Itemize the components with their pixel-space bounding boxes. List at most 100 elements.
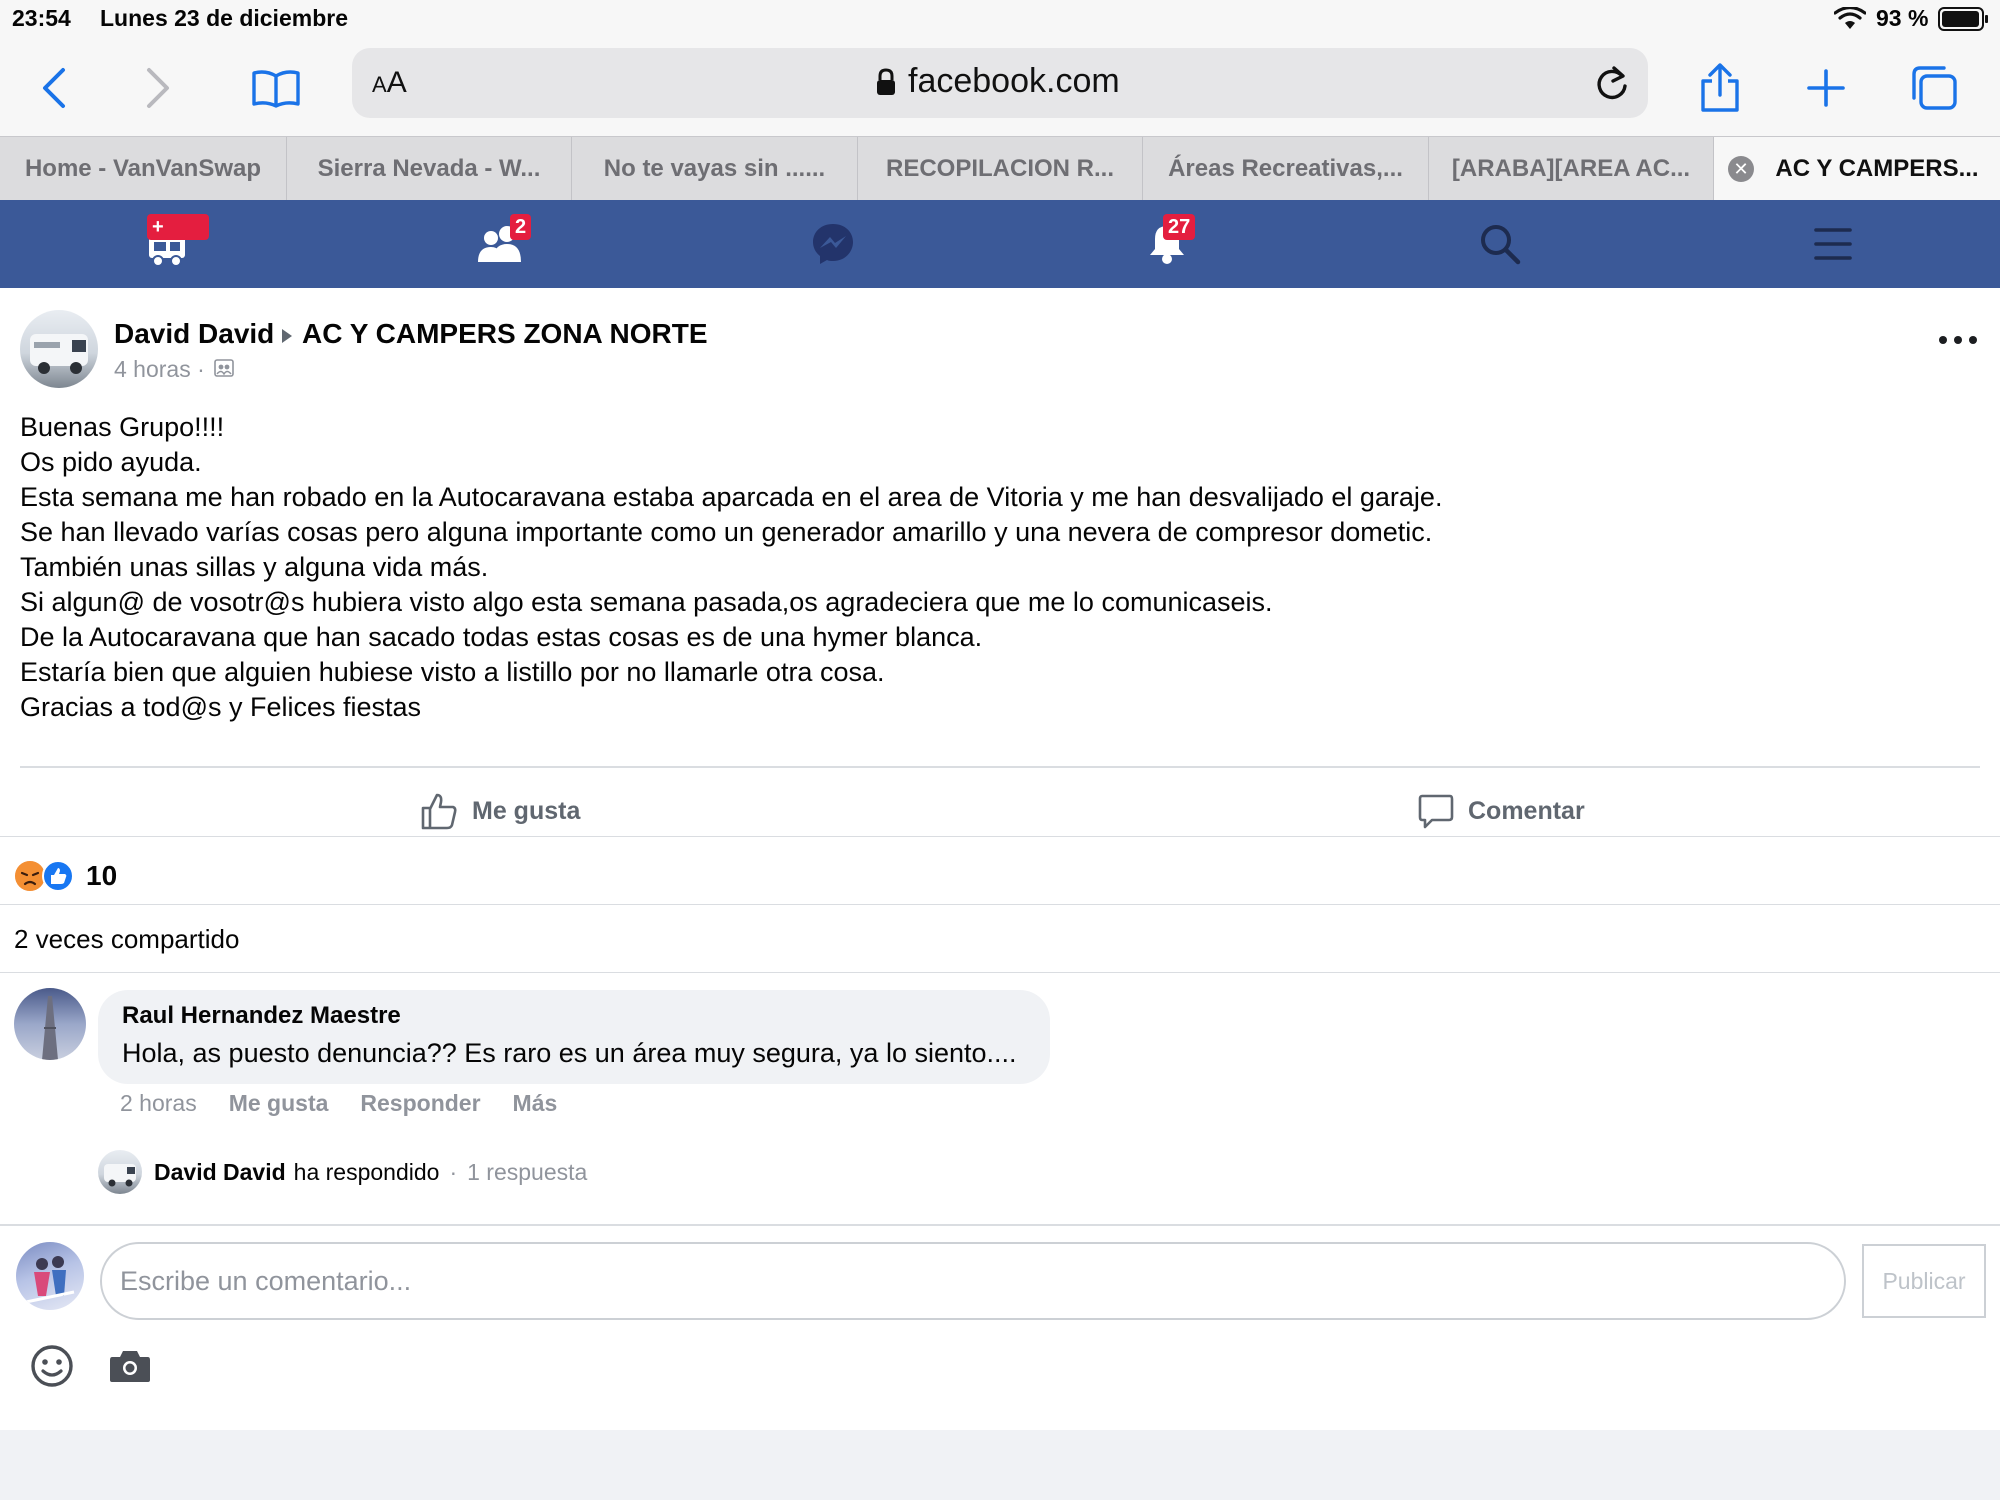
tab-ac-y-campers[interactable]: ✕ AC Y CAMPERS...: [1714, 137, 2000, 201]
comment-reply-link[interactable]: Responder: [360, 1090, 480, 1120]
reply-separator: ·: [449, 1158, 458, 1185]
comment-button[interactable]: Comentar: [1418, 778, 1585, 844]
divider: [0, 836, 2000, 837]
comment-bubble-icon: [1418, 794, 1454, 829]
post-card: David David AC Y CAMPERS ZONA NORTE 4 ho…: [0, 288, 2000, 1430]
reply-action: ha respondido: [293, 1158, 440, 1185]
book-icon: [252, 70, 300, 108]
tabs-overview-button[interactable]: [1902, 56, 1966, 120]
publish-button[interactable]: Publicar: [1862, 1244, 1986, 1318]
camera-icon[interactable]: [108, 1344, 152, 1388]
nav-notifications[interactable]: 27: [1107, 200, 1227, 288]
arrow-right-icon: [282, 329, 292, 343]
comment-time[interactable]: 2 horas: [120, 1090, 197, 1120]
close-tab-icon[interactable]: ✕: [1728, 156, 1754, 182]
reactions-summary[interactable]: 10: [14, 856, 117, 896]
post-line: También unas sillas y alguna vida más.: [20, 552, 489, 582]
post-line: Se han llevado varías cosas pero alguna …: [20, 517, 1433, 547]
new-tab-button[interactable]: [1794, 56, 1858, 120]
tab-no-te-vayas[interactable]: No te vayas sin ......: [572, 137, 858, 201]
more-options-icon[interactable]: [1936, 330, 1980, 350]
commenter-name[interactable]: Raul Hernandez Maestre: [122, 1002, 401, 1030]
comment-bubble: Raul Hernandez Maestre Hola, as puesto d…: [98, 990, 1050, 1084]
post-line: Esta semana me han robado en la Autocara…: [20, 482, 1443, 512]
nav-camper[interactable]: +: [107, 200, 227, 288]
divider: [20, 766, 1980, 768]
nav-menu[interactable]: [1773, 200, 1893, 288]
group-audience-icon: [214, 359, 234, 377]
comment-actions: 2 horas Me gusta Responder Más: [120, 1090, 557, 1120]
divider: [0, 904, 2000, 905]
battery-icon: [1938, 7, 1988, 31]
menu-icon: [1814, 228, 1852, 260]
chevron-left-icon: [43, 68, 65, 108]
battery-percentage: 93 %: [1876, 5, 1929, 31]
like-button[interactable]: Me gusta: [420, 778, 580, 844]
post-line: De la Autocaravana que han sacado todas …: [20, 622, 983, 652]
reaction-count: 10: [86, 860, 118, 891]
reply-author-avatar: [98, 1150, 142, 1194]
comment-label: Comentar: [1468, 796, 1585, 825]
author-avatar[interactable]: [20, 310, 98, 388]
post-line: Estaría bien que alguien hubiese visto a…: [20, 657, 885, 687]
share-icon: [1701, 63, 1739, 112]
status-time: 23:54: [12, 5, 71, 31]
plus-icon: [1807, 69, 1845, 107]
comment-input[interactable]: [100, 1242, 1846, 1320]
nav-notifications-badge: 27: [1163, 214, 1196, 240]
post-body: Buenas Grupo!!!! Os pido ayuda. Esta sem…: [20, 410, 1920, 725]
comment-more-link[interactable]: Más: [513, 1090, 558, 1120]
camper-photo-icon: [104, 1164, 136, 1187]
current-user-avatar: [16, 1242, 84, 1310]
post-group-name[interactable]: AC Y CAMPERS ZONA NORTE: [302, 318, 708, 350]
tab-label: AC Y CAMPERS...: [1775, 155, 1979, 182]
nav-friends-badge: 2: [510, 214, 532, 240]
search-icon: [1481, 225, 1521, 265]
divider: [0, 1224, 2000, 1226]
post-line: Si algun@ de vosotr@s hubiera visto algo…: [20, 587, 1273, 617]
post-line: Buenas Grupo!!!!: [20, 412, 225, 442]
tab-home-vanvanswap[interactable]: Home - VanVanSwap: [0, 137, 287, 201]
browser-toolbar: AA facebook.com: [0, 40, 2000, 136]
nav-friends[interactable]: 2: [440, 200, 560, 288]
share-button[interactable]: [1688, 56, 1752, 120]
post-line: Os pido ayuda.: [20, 447, 202, 477]
nav-messenger[interactable]: [773, 200, 893, 288]
tab-sierra-nevada[interactable]: Sierra Nevada - W...: [287, 137, 572, 201]
reload-icon[interactable]: [1592, 64, 1632, 104]
nav-camper-badge: +: [147, 214, 209, 240]
comment-text: Hola, as puesto denuncia?? Es raro es un…: [122, 1038, 1017, 1068]
emoji-icon[interactable]: [28, 1342, 76, 1390]
back-button[interactable]: [22, 56, 86, 120]
replies-summary[interactable]: David David ha respondido · 1 respuesta: [98, 1150, 587, 1194]
bookmarks-button[interactable]: [244, 56, 308, 120]
tab-bar: Home - VanVanSwap Sierra Nevada - W... N…: [0, 136, 2000, 201]
reply-count: 1 respuesta: [467, 1158, 588, 1185]
chevron-right-icon: [147, 68, 169, 108]
post-line: Gracias a tod@s y Felices fiestas: [20, 692, 422, 722]
camper-photo-icon: [30, 334, 88, 374]
forward-button[interactable]: [126, 56, 190, 120]
status-bar: 23:54 Lunes 23 de diciembre 93 %: [0, 0, 2000, 40]
status-date: Lunes 23 de diciembre: [100, 5, 348, 31]
tab-recopilacion[interactable]: RECOPILACION R...: [858, 137, 1143, 201]
wifi-icon: [1834, 7, 1866, 29]
post-author-name[interactable]: David David: [114, 318, 274, 350]
skiers-photo-icon: [25, 1256, 75, 1304]
thumbs-up-icon: [421, 793, 457, 830]
tab-areas-recreativas[interactable]: Áreas Recreativas,...: [1143, 137, 1429, 201]
reply-author-name: David David: [154, 1158, 286, 1185]
post-timestamp[interactable]: 4 horas ·: [114, 356, 205, 383]
text-size-button[interactable]: AA: [372, 66, 407, 100]
divider: [0, 972, 2000, 973]
like-label: Me gusta: [472, 796, 581, 825]
url-bar[interactable]: AA facebook.com: [352, 48, 1648, 118]
tab-araba-area[interactable]: [ARABA][AREA AC...: [1429, 137, 1714, 201]
share-count[interactable]: 2 veces compartido: [14, 924, 239, 955]
lock-icon: [877, 68, 895, 95]
messenger-icon: [813, 224, 853, 264]
commenter-avatar[interactable]: [14, 988, 86, 1060]
page-background: [0, 1430, 2000, 1500]
nav-search[interactable]: [1440, 200, 1560, 288]
comment-like-link[interactable]: Me gusta: [229, 1090, 329, 1120]
